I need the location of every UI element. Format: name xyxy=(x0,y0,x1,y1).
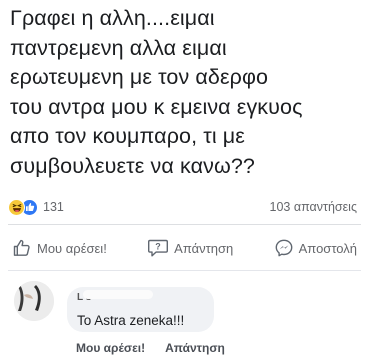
svg-text:?: ? xyxy=(155,242,161,252)
post-text-line: Γραφει η αλλη....ειμαι xyxy=(10,6,215,30)
post-text-line: παντρεμενη αλλα ειμαι xyxy=(10,35,227,60)
divider xyxy=(8,224,361,225)
reaction-count: 131 xyxy=(43,200,64,214)
post-actions: Μου αρέσει! ? Απάντηση Αποστολή xyxy=(8,234,361,262)
like-label: Μου αρέσει! xyxy=(37,240,107,256)
comment-actions: Μου αρέσει! Απάντηση xyxy=(76,339,225,357)
reply-button[interactable]: ? Απάντηση xyxy=(143,236,237,260)
haha-icon xyxy=(8,198,25,216)
post-text-line: συμβουλευετε να κανω?? xyxy=(10,153,255,178)
redacted-name-overlay xyxy=(83,290,153,299)
reactions-summary[interactable]: 131 xyxy=(8,198,64,216)
comments-count[interactable]: 103 απαντήσεις xyxy=(270,200,357,214)
comment-icon: ? xyxy=(148,239,169,257)
divider xyxy=(8,270,361,271)
comment-text: To Astra zeneka!!! xyxy=(77,313,185,328)
send-label: Αποστολή xyxy=(298,240,357,256)
reactions-bar: 131 103 απαντήσεις xyxy=(8,196,361,218)
like-button[interactable]: Μου αρέσει! xyxy=(8,236,111,260)
post-text-line: του αντρα μου κ εμεινα εγκυος xyxy=(10,94,303,119)
post-text: Γραφει η αλλη....ειμαι παντρεμενη αλλα ε… xyxy=(10,4,362,181)
thumbs-up-icon xyxy=(13,239,30,256)
avatar[interactable] xyxy=(14,281,54,321)
post-text-line: ερωτευμενη με τον αδερφο xyxy=(10,65,269,89)
reply-label: Απάντηση xyxy=(174,240,234,256)
post-text-line: απο τον κουμπαρο, τι με xyxy=(10,124,245,148)
messenger-icon xyxy=(275,239,293,257)
comment-like-link[interactable]: Μου αρέσει! xyxy=(76,341,145,355)
reaction-icons xyxy=(8,198,38,216)
comment-reply-link[interactable]: Απάντηση xyxy=(165,341,225,355)
comment-bubble: L s To Astra zeneka!!! xyxy=(67,287,214,332)
send-button[interactable]: Αποστολή xyxy=(270,236,361,260)
